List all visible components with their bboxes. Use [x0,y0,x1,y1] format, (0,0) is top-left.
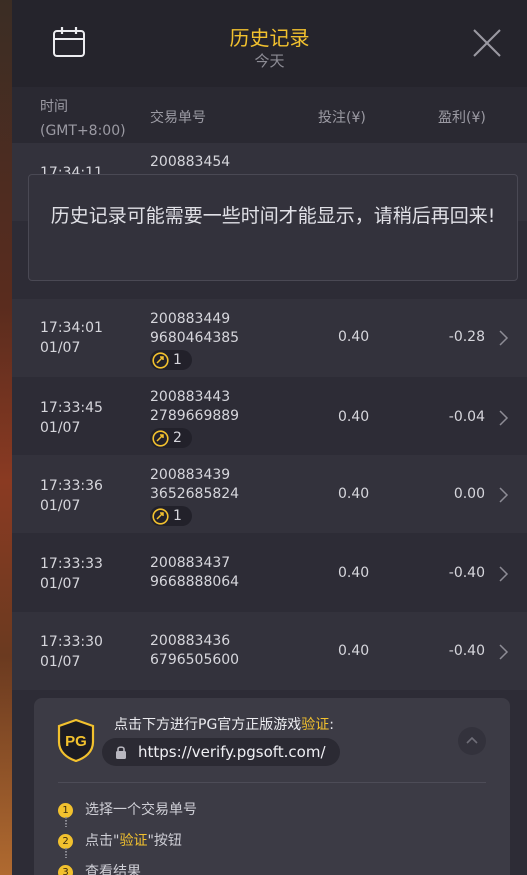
history-delay-notice: 历史记录可能需要一些时间才能显示，请稍后再回来! [28,174,518,281]
chevron-right-icon[interactable] [498,566,510,582]
verify-instruction-suffix: : [329,717,335,733]
row-bet: 0.40 [338,329,370,345]
row-date: 01/07 [40,654,81,670]
row-time: 17:33:30 [40,634,103,650]
row-profit: -0.40 [448,643,485,659]
table-row[interactable]: 17:34:01 01/07 200883449 9680464385 1 0.… [12,299,527,377]
verify-url-text: https://verify.pgsoft.com/ [138,743,326,761]
row-time: 17:33:45 [40,400,103,416]
table-row[interactable]: 17:33:30 01/07 200883436 6796505600 0.40… [12,612,527,690]
verify-step-3: 3 查看结果 [58,861,141,875]
row-transaction-id-2: 2789669889 [150,408,240,424]
verify-step-1: 1 选择一个交易单号 [58,799,197,819]
row-profit: -0.28 [448,329,485,345]
chevron-right-icon[interactable] [498,330,510,346]
step-text: 查看结果 [85,864,141,875]
header-bar: 历史记录 今天 [12,0,527,87]
row-bet: 0.40 [338,565,370,581]
row-date: 01/07 [40,340,81,356]
table-row[interactable]: 17:33:36 01/07 200883439 3652685824 1 0.… [12,455,527,533]
pg-logo: PG [57,718,95,762]
row-date: 01/07 [40,420,81,436]
verify-instruction-prefix: 点击下方进行PG官方正版游戏 [114,717,302,733]
column-header-bet: 投注(¥) [318,110,366,126]
column-header-profit: 盈利(¥) [438,110,486,126]
step-text: 选择一个交易单号 [85,802,197,818]
verify-panel: PG 点击下方进行PG官方正版游戏验证: https://verify.pgso… [34,698,510,875]
chevron-right-icon[interactable] [498,487,510,503]
column-header-timezone: (GMT+8:00) [40,123,126,139]
row-profit: -0.40 [448,565,485,581]
row-transaction-id: 200883443 [150,389,231,405]
row-transaction-id: 200883454 [150,154,231,170]
chevron-right-icon[interactable] [498,644,510,660]
column-header-time-label: 时间 [40,99,68,115]
chevron-right-icon[interactable] [498,410,510,426]
history-panel: 历史记录 今天 时间 (GMT+8:00) 交易单号 投注(¥) 盈利(¥) 1… [12,0,527,875]
verify-step-2: 2 点击"验证"按钮 [58,830,182,850]
step-text-suffix: "按钮 [147,833,182,849]
step-connector [65,848,67,858]
row-transaction-id: 200883449 [150,311,231,327]
column-headers: 时间 (GMT+8:00) 交易单号 投注(¥) 盈利(¥) [12,87,527,143]
row-time: 17:33:36 [40,478,103,494]
column-header-time: 时间 (GMT+8:00) [40,95,126,143]
row-transaction-id-2: 9680464385 [150,330,240,346]
free-spin-badge: 1 [150,506,192,526]
step-text-prefix: 点击" [85,833,120,849]
row-transaction-id-2: 6796505600 [150,652,240,668]
date-filter-label[interactable]: 今天 [12,50,527,71]
row-transaction-id: 200883439 [150,467,231,483]
free-spin-badge: 2 [150,428,192,448]
table-row[interactable]: 17:33:45 01/07 200883443 2789669889 2 0.… [12,377,527,455]
lock-icon [116,746,126,759]
free-spin-count: 1 [173,507,182,524]
step-number: 2 [58,833,73,849]
table-row[interactable]: 17:33:33 01/07 200883437 9668888064 0.40… [12,534,527,612]
step-number: 3 [58,864,73,875]
free-spin-count: 1 [173,351,182,368]
step-text-highlight: 验证 [119,833,148,849]
row-time: 17:34:01 [40,320,103,336]
free-spin-icon [152,507,169,525]
chevron-up-icon [466,736,478,744]
row-profit: -0.04 [448,409,485,425]
step-number: 1 [58,802,73,818]
row-bet: 0.40 [338,409,370,425]
row-date: 01/07 [40,498,81,514]
pg-logo-text: PG [65,733,87,750]
row-profit: 0.00 [453,486,485,502]
row-transaction-id-2: 3652685824 [150,486,240,502]
step-connector [65,817,67,827]
row-transaction-id: 200883437 [150,555,231,571]
row-transaction-id: 200883436 [150,633,231,649]
free-spin-badge: 1 [150,350,192,370]
column-header-transaction: 交易单号 [150,110,206,126]
row-time: 17:33:33 [40,556,103,572]
page-title: 历史记录 [229,26,310,50]
collapse-button[interactable] [458,727,486,755]
row-bet: 0.40 [338,643,370,659]
verify-instruction-highlight: 验证 [301,717,330,733]
row-date: 01/07 [40,576,81,592]
free-spin-icon [152,429,169,447]
verify-instruction: 点击下方进行PG官方正版游戏验证: [114,714,334,734]
row-bet: 0.40 [338,486,370,502]
free-spin-count: 2 [173,429,182,446]
row-transaction-id-2: 9668888064 [150,574,240,590]
divider [58,782,486,783]
free-spin-icon [152,351,169,369]
close-icon[interactable] [471,27,503,59]
verify-url-link[interactable]: https://verify.pgsoft.com/ [102,738,340,766]
